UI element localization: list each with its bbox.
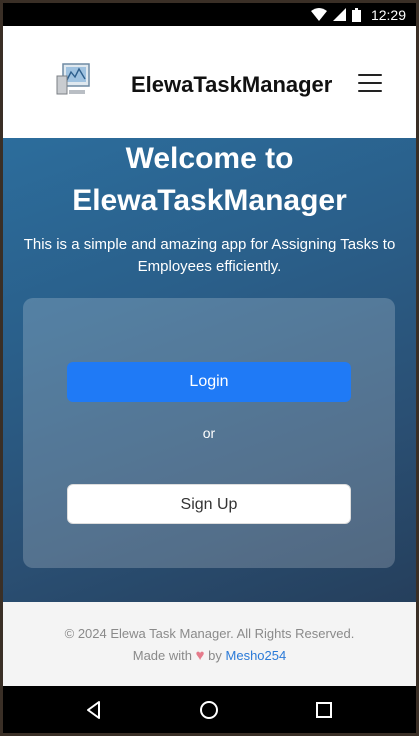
device-screen: 12:29 ElewaTaskManager Welcome to ElewaT…	[3, 3, 416, 733]
app-header: ElewaTaskManager	[3, 26, 416, 138]
navigation-bar	[3, 686, 416, 733]
status-time: 12:29	[370, 6, 406, 23]
hamburger-menu-icon[interactable]	[358, 72, 382, 94]
hero-title-line2: ElewaTaskManager	[72, 184, 347, 217]
computer-logo-icon[interactable]	[55, 62, 93, 98]
hero-title: Welcome to ElewaTaskManager	[3, 138, 416, 222]
menu-bar-bottom	[358, 90, 382, 92]
hero-subtitle: This is a simple and amazing app for Ass…	[23, 236, 396, 275]
signal-icon	[332, 8, 346, 21]
recents-icon[interactable]	[313, 699, 335, 721]
author-link[interactable]: Mesho254	[226, 648, 287, 663]
battery-icon	[351, 7, 361, 22]
menu-bar-top	[358, 74, 382, 76]
made-with-text: Made with	[132, 648, 192, 663]
footer-copyright: © 2024 Elewa Task Manager. All Rights Re…	[64, 626, 355, 641]
or-separator: or	[202, 425, 216, 441]
heart-icon: ♥	[195, 647, 205, 664]
auth-card: Login or Sign Up	[23, 298, 395, 568]
signup-button[interactable]: Sign Up	[67, 484, 351, 524]
home-icon[interactable]	[198, 699, 220, 721]
hero-title-line1: Welcome to	[125, 142, 294, 175]
wifi-icon	[310, 8, 327, 21]
app-title: ElewaTaskManager	[131, 72, 333, 97]
by-text: by	[208, 648, 222, 663]
status-bar: 12:29	[3, 3, 416, 26]
footer-credit: Made with ♥ by Mesho254	[3, 647, 416, 664]
status-icons: 12:29	[310, 6, 406, 23]
menu-bar-middle	[358, 82, 382, 84]
login-button[interactable]: Login	[67, 362, 351, 402]
hero-section: Welcome to ElewaTaskManager This is a si…	[3, 138, 416, 602]
footer: © 2024 Elewa Task Manager. All Rights Re…	[3, 602, 416, 686]
back-icon[interactable]	[83, 699, 105, 721]
